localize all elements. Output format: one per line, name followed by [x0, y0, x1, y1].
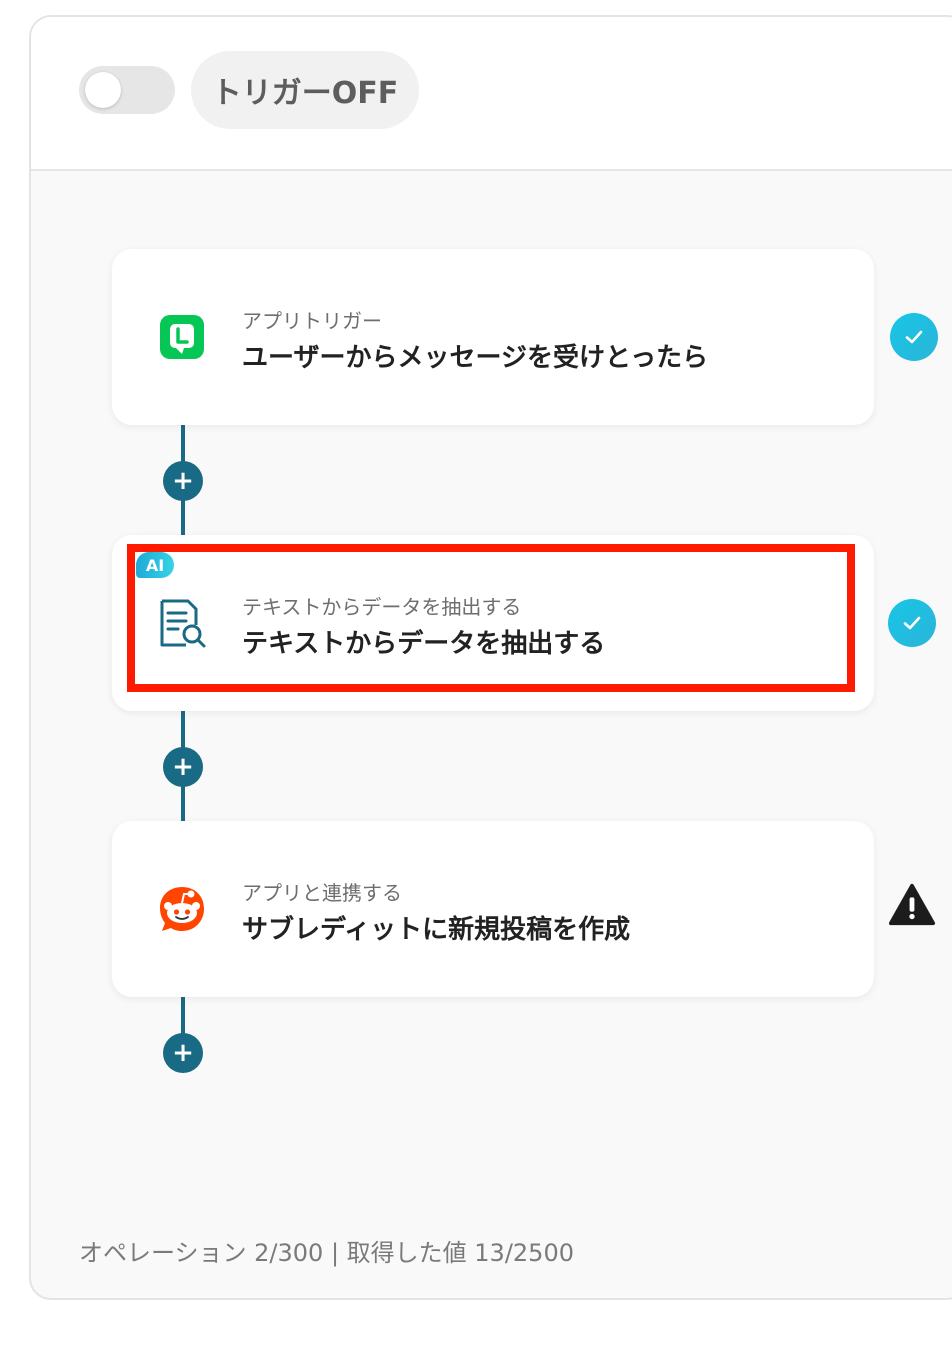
flow-header: トリガーOFF	[31, 17, 952, 171]
flow-step-card[interactable]: AI テキストからデータを抽出する テキストからデータを抽出する	[112, 535, 874, 711]
flow-step-card[interactable]: アプリトリガー ユーザーからメッセージを受けとったら	[112, 249, 874, 425]
step-title: テキストからデータを抽出する	[242, 629, 606, 659]
step-status	[890, 313, 938, 361]
trigger-toggle[interactable]	[79, 66, 175, 114]
step-status	[888, 599, 936, 647]
trigger-status-pill: トリガーOFF	[191, 51, 419, 129]
step-subtitle: アプリと連携する	[242, 881, 402, 905]
flow-panel: トリガーOFF + + + アプリトリガー ユーザーからメッセージを受けとったら…	[29, 15, 952, 1300]
reddit-icon	[156, 883, 208, 935]
warning-icon	[888, 883, 936, 926]
add-step-button[interactable]: +	[163, 747, 203, 787]
add-step-button[interactable]: +	[163, 1033, 203, 1073]
step-status	[888, 881, 936, 929]
usage-footer: オペレーション 2/300 | 取得した値 13/2500	[79, 1239, 574, 1267]
document-search-icon	[156, 597, 208, 649]
ai-badge: AI	[136, 552, 174, 578]
toggle-knob	[85, 72, 121, 108]
flow-step-card[interactable]: アプリと連携する サブレディットに新規投稿を作成	[112, 821, 874, 997]
check-circle-icon	[890, 313, 938, 361]
step-title: サブレディットに新規投稿を作成	[242, 915, 631, 945]
step-title: ユーザーからメッセージを受けとったら	[242, 343, 709, 373]
step-subtitle: アプリトリガー	[242, 309, 382, 333]
check-circle-icon	[888, 599, 936, 647]
line-app-icon	[156, 311, 208, 363]
add-step-button[interactable]: +	[163, 461, 203, 501]
step-subtitle: テキストからデータを抽出する	[242, 595, 522, 619]
